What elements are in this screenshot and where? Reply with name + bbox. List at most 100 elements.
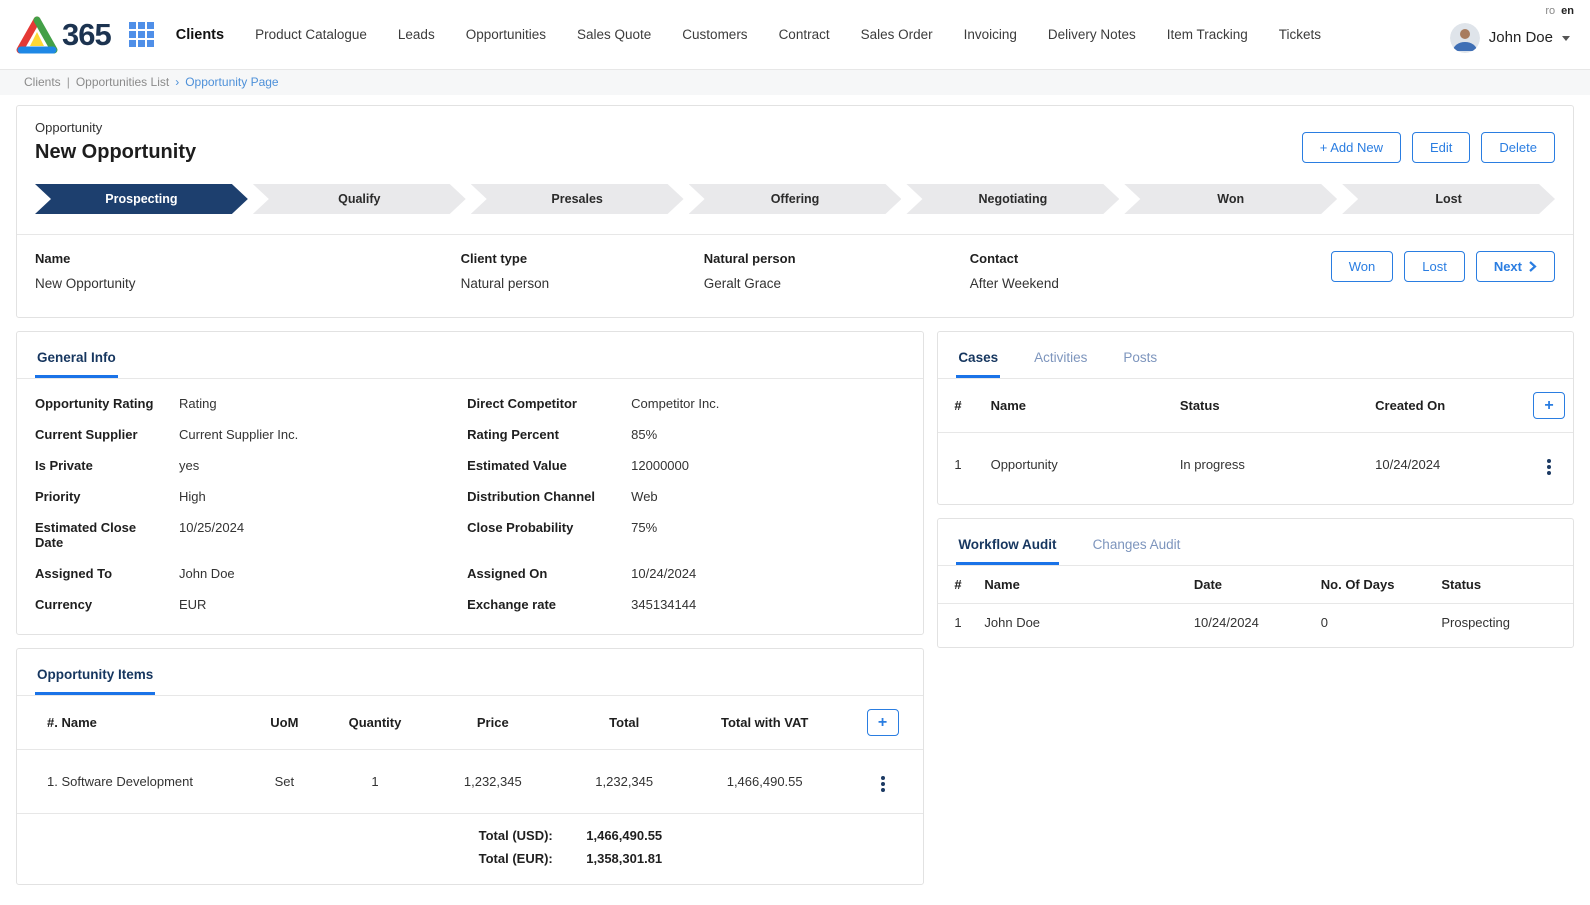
field-value: John Doe xyxy=(179,566,453,581)
field-label: Is Private xyxy=(35,458,165,473)
field-label: Exchange rate xyxy=(467,597,617,612)
tab-posts[interactable]: Posts xyxy=(1121,342,1159,378)
column-header-name: Name xyxy=(983,379,1172,433)
nav-item-leads[interactable]: Leads xyxy=(398,27,435,42)
language-en[interactable]: en xyxy=(1561,5,1574,17)
stage-progress-bar: Prospecting Qualify Presales Offering Ne… xyxy=(35,184,1555,214)
nav-item-customers[interactable]: Customers xyxy=(682,27,747,42)
case-status: In progress xyxy=(1172,433,1367,497)
table-row[interactable]: 1. Software Development Set 1 1,232,345 … xyxy=(17,750,923,814)
won-button[interactable]: Won xyxy=(1331,251,1394,282)
field-value: Current Supplier Inc. xyxy=(179,427,453,442)
opportunity-items-table: #. Name UoM Quantity Price Total Total w… xyxy=(17,696,923,884)
tab-cases[interactable]: Cases xyxy=(956,342,1000,378)
nav-item-item-tracking[interactable]: Item Tracking xyxy=(1167,27,1248,42)
nav-item-invoicing[interactable]: Invoicing xyxy=(964,27,1017,42)
edit-button[interactable]: Edit xyxy=(1412,132,1470,163)
lost-button[interactable]: Lost xyxy=(1404,251,1465,282)
case-number: 1 xyxy=(938,433,982,497)
table-row[interactable]: 1 Opportunity In progress 10/24/2024 xyxy=(938,433,1573,497)
language-switcher: ro en xyxy=(1545,5,1574,17)
summary-field-client-type: Client type Natural person xyxy=(461,251,704,291)
nav-item-delivery-notes[interactable]: Delivery Notes xyxy=(1048,27,1136,42)
nav-item-opportunities[interactable]: Opportunities xyxy=(466,27,546,42)
field-label: Direct Competitor xyxy=(467,396,617,411)
total-eur-label: Total (EUR): xyxy=(425,847,561,884)
field-value: Web xyxy=(631,489,905,504)
nav-item-tickets[interactable]: Tickets xyxy=(1279,27,1321,42)
opportunity-items-card: Opportunity Items #. Name UoM Quantity P… xyxy=(16,648,924,885)
app-launcher-grid-icon[interactable] xyxy=(129,22,154,47)
breadcrumb-opportunities-list[interactable]: Opportunities List xyxy=(76,75,169,89)
column-header-number: # xyxy=(938,379,982,433)
language-ro[interactable]: ro xyxy=(1545,5,1555,17)
row-menu-button[interactable] xyxy=(1537,449,1561,480)
field-label: Estimated Close Date xyxy=(35,520,165,550)
stage-negotiating[interactable]: Negotiating xyxy=(906,184,1119,214)
nav-item-sales-order[interactable]: Sales Order xyxy=(861,27,933,42)
nav-item-sales-quote[interactable]: Sales Quote xyxy=(577,27,651,42)
tab-workflow-audit[interactable]: Workflow Audit xyxy=(956,529,1058,565)
kebab-icon xyxy=(1547,465,1551,469)
stage-lost[interactable]: Lost xyxy=(1342,184,1555,214)
add-new-button[interactable]: + Add New xyxy=(1302,132,1401,163)
field-value: 10/25/2024 xyxy=(179,520,453,535)
general-info-fields: Opportunity Rating Rating Direct Competi… xyxy=(17,379,923,634)
audit-name: John Doe xyxy=(976,604,1185,642)
tab-general-info[interactable]: General Info xyxy=(35,342,118,378)
breadcrumb-separator: | xyxy=(67,75,70,89)
field-label: Assigned To xyxy=(35,566,165,581)
add-case-button[interactable]: + xyxy=(1533,392,1565,419)
tab-opportunity-items[interactable]: Opportunity Items xyxy=(35,659,155,695)
top-navigation-bar: 365 Clients Product Catalogue Leads Oppo… xyxy=(0,0,1590,70)
stage-presales[interactable]: Presales xyxy=(471,184,684,214)
user-menu[interactable]: John Doe xyxy=(1450,17,1570,53)
item-name: 1. Software Development xyxy=(17,750,244,814)
main-nav: Clients Product Catalogue Leads Opportun… xyxy=(176,27,1321,43)
tab-changes-audit[interactable]: Changes Audit xyxy=(1091,529,1183,565)
breadcrumb-opportunity-page[interactable]: Opportunity Page xyxy=(185,75,278,89)
nav-item-contract[interactable]: Contract xyxy=(779,27,830,42)
stage-won[interactable]: Won xyxy=(1124,184,1337,214)
delete-button[interactable]: Delete xyxy=(1481,132,1555,163)
add-item-button[interactable]: + xyxy=(867,709,899,736)
column-header-total: Total xyxy=(561,696,688,750)
nav-item-clients[interactable]: Clients xyxy=(176,27,224,43)
opportunity-summary-row: Name New Opportunity Client type Natural… xyxy=(35,235,1555,317)
column-header-name: Name xyxy=(976,566,1185,604)
table-row[interactable]: 1 John Doe 10/24/2024 0 Prospecting xyxy=(938,604,1573,642)
row-menu-button[interactable] xyxy=(871,766,895,797)
kebab-icon xyxy=(881,782,885,786)
stage-offering[interactable]: Offering xyxy=(689,184,902,214)
totals-row-usd: Total (USD): 1,466,490.55 xyxy=(17,814,923,848)
general-info-tabs: General Info xyxy=(17,332,923,379)
stage-qualify[interactable]: Qualify xyxy=(253,184,466,214)
field-value: Rating xyxy=(179,396,453,411)
next-button[interactable]: Next xyxy=(1476,251,1555,282)
column-header-days: No. Of Days xyxy=(1313,566,1434,604)
next-button-label: Next xyxy=(1494,259,1522,274)
left-column: General Info Opportunity Rating Rating D… xyxy=(16,331,924,885)
general-info-card: General Info Opportunity Rating Rating D… xyxy=(16,331,924,635)
column-header-price: Price xyxy=(425,696,561,750)
breadcrumb-clients[interactable]: Clients xyxy=(24,75,61,89)
total-usd-label: Total (USD): xyxy=(425,814,561,848)
field-value: EUR xyxy=(179,597,453,612)
summary-field-natural-person: Natural person Geralt Grace xyxy=(704,251,970,291)
field-label: Distribution Channel xyxy=(467,489,617,504)
opportunity-title-block: Opportunity New Opportunity xyxy=(35,120,196,164)
field-value: Competitor Inc. xyxy=(631,396,905,411)
tab-activities[interactable]: Activities xyxy=(1032,342,1089,378)
right-column: Cases Activities Posts # Name Status Cre… xyxy=(937,331,1574,648)
field-label: Contact xyxy=(970,251,1331,266)
nav-item-product-catalogue[interactable]: Product Catalogue xyxy=(255,27,367,42)
stage-prospecting[interactable]: Prospecting xyxy=(35,184,248,214)
summary-field-name: Name New Opportunity xyxy=(35,251,461,291)
item-total-with-vat: 1,466,490.55 xyxy=(688,750,842,814)
workflow-audit-table: # Name Date No. Of Days Status 1 John Do… xyxy=(938,566,1573,641)
breadcrumb-separator-arrow: › xyxy=(175,75,179,89)
cases-tabs: Cases Activities Posts xyxy=(938,332,1573,379)
field-label: Opportunity Rating xyxy=(35,396,165,411)
app-logo[interactable]: 365 xyxy=(14,15,111,55)
chevron-down-icon xyxy=(1562,36,1570,41)
